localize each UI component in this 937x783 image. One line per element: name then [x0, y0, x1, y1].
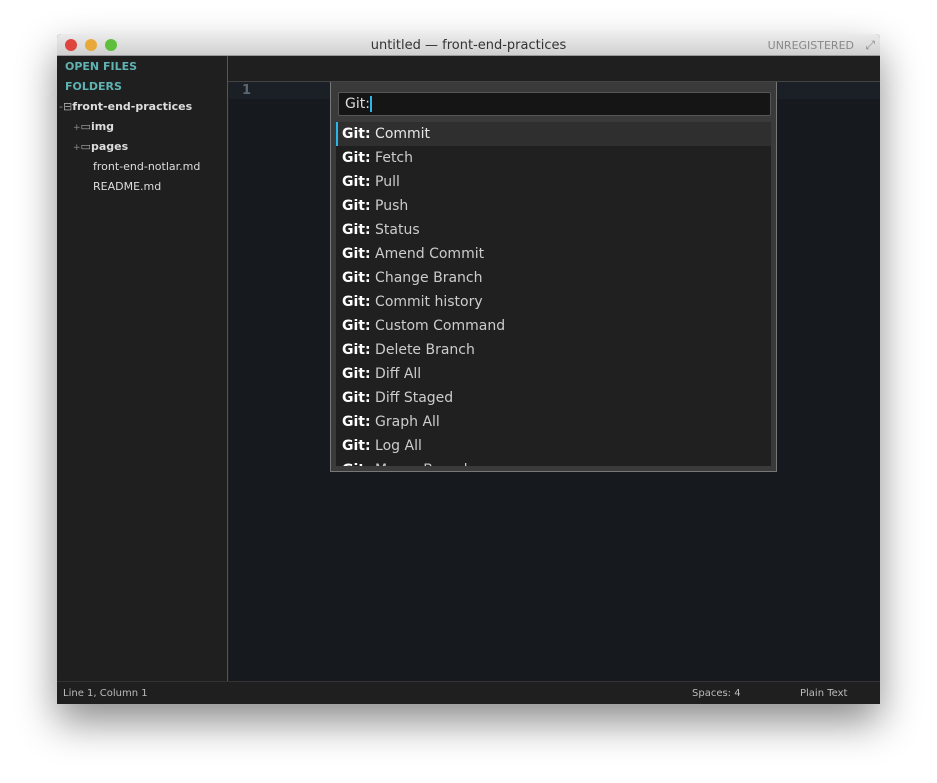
command-prefix: Git: — [342, 222, 371, 238]
tree-file[interactable]: front-end-notlar.md — [93, 160, 200, 173]
command-label: Change Branch — [375, 270, 483, 286]
command-item[interactable]: Git: Delete Branch — [336, 338, 771, 362]
tree-folder-img[interactable]: +▭img — [73, 120, 114, 133]
open-files-heading[interactable]: OPEN FILES — [65, 60, 137, 73]
tree-folder-pages[interactable]: +▭pages — [73, 140, 128, 153]
command-item[interactable]: Git: Pull — [336, 170, 771, 194]
command-prefix: Git: — [342, 342, 371, 358]
command-item[interactable]: Git: Merge Branch — [336, 458, 771, 466]
folder-label: front-end-practices — [72, 100, 193, 113]
command-prefix: Git: — [342, 270, 371, 286]
folder-icon: ▭ — [80, 140, 91, 153]
command-label: Commit — [375, 126, 431, 142]
command-palette-input[interactable]: Git: — [338, 92, 771, 116]
command-label: Diff All — [375, 366, 422, 382]
command-item[interactable]: Git: Diff All — [336, 362, 771, 386]
command-prefix: Git: — [342, 462, 371, 466]
command-prefix: Git: — [342, 246, 371, 262]
command-item[interactable]: Git: Custom Command — [336, 314, 771, 338]
command-prefix: Git: — [342, 366, 371, 382]
command-label: Amend Commit — [375, 246, 485, 262]
command-label: Graph All — [375, 414, 440, 430]
command-item[interactable]: Git: Log All — [336, 434, 771, 458]
indentation-selector[interactable]: Spaces: 4 — [692, 688, 741, 699]
command-prefix: Git: — [342, 198, 371, 214]
command-item[interactable]: Git: Diff Staged — [336, 386, 771, 410]
command-item[interactable]: Git: Change Branch — [336, 266, 771, 290]
command-item[interactable]: Git: Push — [336, 194, 771, 218]
text-caret — [369, 96, 372, 112]
command-prefix: Git: — [342, 414, 371, 430]
command-label: Delete Branch — [375, 342, 475, 358]
command-item[interactable]: Git: Status — [336, 218, 771, 242]
command-item[interactable]: Git: Graph All — [336, 410, 771, 434]
command-prefix: Git: — [342, 318, 371, 334]
command-label: Log All — [375, 438, 422, 454]
folder-label: pages — [90, 140, 129, 153]
command-item[interactable]: Git: Commit history — [336, 290, 771, 314]
tab-bar — [228, 56, 880, 82]
sidebar: OPEN FILES FOLDERS -⊟front-end-practices… — [57, 56, 228, 681]
tree-file[interactable]: README.md — [93, 180, 161, 193]
command-prefix: Git: — [342, 390, 371, 406]
expand-toggle[interactable]: + — [73, 143, 81, 153]
line-number: 1 — [242, 83, 252, 98]
registration-label: UNREGISTERED — [767, 39, 854, 52]
command-label: Push — [375, 198, 409, 214]
fullscreen-icon[interactable]: ⤢ — [865, 38, 875, 53]
command-prefix: Git: — [342, 294, 371, 310]
folder-label: img — [90, 120, 115, 133]
status-bar: Line 1, Column 1 Spaces: 4 Plain Text — [57, 681, 880, 704]
command-prefix: Git: — [342, 126, 371, 142]
command-prefix: Git: — [342, 174, 371, 190]
title-bar: untitled — front-end-practices UNREGISTE… — [57, 34, 880, 56]
command-label: Merge Branch — [375, 462, 473, 466]
cursor-position: Line 1, Column 1 — [63, 688, 148, 699]
command-list[interactable]: Git: Commit Git: Fetch Git: Pull Git: Push G… — [336, 122, 771, 466]
syntax-selector[interactable]: Plain Text — [800, 688, 847, 699]
command-label: Status — [375, 222, 420, 238]
folders-heading[interactable]: FOLDERS — [65, 80, 122, 93]
editor-window: untitled — front-end-practices UNREGISTE… — [57, 34, 880, 704]
command-label: Commit history — [375, 294, 483, 310]
command-label: Custom Command — [375, 318, 506, 334]
folder-icon: ▭ — [80, 120, 91, 133]
command-palette: Git: Git: Commit Git: Fetch Git: Pull Git: … — [330, 82, 777, 472]
command-label: Pull — [375, 174, 400, 190]
command-prefix: Git: — [342, 150, 371, 166]
command-item[interactable]: Git: Commit — [336, 122, 771, 146]
window-title: untitled — front-end-practices — [370, 38, 567, 53]
command-prefix: Git: — [342, 438, 371, 454]
tree-folder-front-end-practices[interactable]: -⊟front-end-practices — [59, 100, 192, 113]
command-item[interactable]: Git: Fetch — [336, 146, 771, 170]
query-text: Git: — [345, 96, 370, 112]
expand-toggle[interactable]: + — [73, 123, 81, 133]
folder-open-icon: ⊟ — [62, 100, 73, 113]
command-item[interactable]: Git: Amend Commit — [336, 242, 771, 266]
command-label: Fetch — [375, 150, 414, 166]
command-label: Diff Staged — [375, 390, 454, 406]
